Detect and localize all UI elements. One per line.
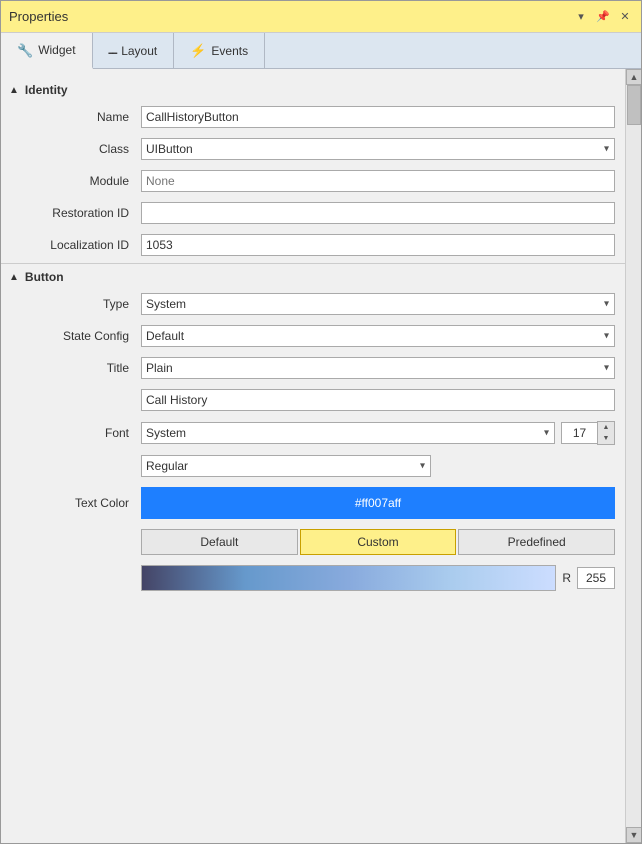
style-select[interactable]: Regular [141, 455, 431, 477]
color-swatch[interactable]: #ff007aff [141, 487, 615, 519]
font-select[interactable]: System [141, 422, 555, 444]
font-select-wrapper: System [141, 422, 555, 444]
localization-id-row: Localization ID [1, 229, 625, 261]
wrench-icon [17, 42, 33, 59]
gradient-bar[interactable] [141, 565, 556, 591]
title-text-control [141, 389, 615, 411]
title-label: Title [11, 361, 141, 375]
tab-layout[interactable]: Layout [93, 33, 175, 68]
events-icon [190, 42, 206, 59]
restoration-id-label: Restoration ID [11, 206, 141, 220]
identity-collapse-icon: ▲ [9, 85, 19, 96]
default-color-button[interactable]: Default [141, 529, 298, 555]
properties-title: Properties [9, 9, 68, 24]
custom-color-button[interactable]: Custom [300, 529, 457, 555]
class-label: Class [11, 142, 141, 156]
tab-events-label: Events [211, 44, 248, 58]
main-content: ▲ Identity Name Class UIButton [1, 69, 625, 843]
module-input[interactable] [141, 170, 615, 192]
font-size-group: ▲ ▼ [561, 421, 615, 445]
font-size-stepper: ▲ ▼ [597, 421, 615, 445]
content-area: ▲ Identity Name Class UIButton [1, 69, 641, 843]
module-row: Module [1, 165, 625, 197]
class-row: Class UIButton [1, 133, 625, 165]
font-size-up-button[interactable]: ▲ [598, 422, 614, 433]
class-select[interactable]: UIButton [141, 138, 615, 160]
tab-widget[interactable]: Widget [1, 33, 93, 69]
properties-window: Properties ▾ 📌 ✕ Widget Layout Events ▲ … [0, 0, 642, 844]
color-buttons-row: Default Custom Predefined [1, 524, 625, 560]
color-buttons-group: Default Custom Predefined [141, 529, 615, 555]
module-control [141, 170, 615, 192]
module-label: Module [11, 174, 141, 188]
font-controls: System ▲ ▼ [141, 421, 615, 445]
type-label: Type [11, 297, 141, 311]
layout-icon [109, 43, 117, 59]
scroll-up-button[interactable]: ▲ [626, 69, 641, 85]
title-bar-controls: ▾ 📌 ✕ [573, 9, 633, 25]
gradient-controls: R [141, 565, 615, 591]
state-config-row: State Config Default [1, 320, 625, 352]
scroll-track[interactable] [626, 85, 641, 827]
color-hex-value: #ff007aff [355, 496, 401, 510]
class-control: UIButton [141, 138, 615, 160]
localization-id-input[interactable] [141, 234, 615, 256]
type-select[interactable]: System [141, 293, 615, 315]
close-button[interactable]: ✕ [617, 9, 633, 25]
title-text-row [1, 384, 625, 416]
predefined-color-button[interactable]: Predefined [458, 529, 615, 555]
localization-id-control [141, 234, 615, 256]
scroll-down-button[interactable]: ▼ [626, 827, 641, 843]
button-section-label: Button [25, 270, 64, 284]
scrollbar[interactable]: ▲ ▼ [625, 69, 641, 843]
button-section-header[interactable]: ▲ Button [1, 266, 625, 288]
name-label: Name [11, 110, 141, 124]
tab-widget-label: Widget [38, 43, 75, 57]
r-value-input[interactable] [577, 567, 615, 589]
title-control: Plain [141, 357, 615, 379]
font-size-input[interactable] [561, 422, 597, 444]
pin-button[interactable]: 📌 [595, 9, 611, 25]
style-control: Regular [141, 455, 431, 477]
state-config-label: State Config [11, 329, 141, 343]
text-color-label: Text Color [11, 496, 141, 510]
name-row: Name [1, 101, 625, 133]
font-row: Font System ▲ ▼ [1, 416, 625, 450]
restoration-id-row: Restoration ID [1, 197, 625, 229]
font-label: Font [11, 426, 141, 440]
name-control [141, 106, 615, 128]
state-config-control: Default [141, 325, 615, 347]
identity-section-header[interactable]: ▲ Identity [1, 79, 625, 101]
state-config-select[interactable]: Default [141, 325, 615, 347]
style-row: Regular [1, 450, 625, 482]
font-size-down-button[interactable]: ▼ [598, 433, 614, 444]
restoration-id-input[interactable] [141, 202, 615, 224]
title-row: Title Plain [1, 352, 625, 384]
scroll-thumb[interactable] [627, 85, 641, 125]
name-input[interactable] [141, 106, 615, 128]
button-collapse-icon: ▲ [9, 272, 19, 283]
text-color-row: Text Color #ff007aff [1, 482, 625, 524]
tab-events[interactable]: Events [174, 33, 265, 68]
dropdown-button[interactable]: ▾ [573, 9, 589, 25]
tab-bar: Widget Layout Events [1, 33, 641, 69]
title-bar-left: Properties [9, 9, 68, 24]
type-control: System [141, 293, 615, 315]
title-bar: Properties ▾ 📌 ✕ [1, 1, 641, 33]
type-row: Type System [1, 288, 625, 320]
tab-layout-label: Layout [121, 44, 157, 58]
title-select[interactable]: Plain [141, 357, 615, 379]
gradient-row: R [1, 560, 625, 596]
localization-id-label: Localization ID [11, 238, 141, 252]
identity-section-label: Identity [25, 83, 68, 97]
divider-1 [1, 263, 625, 264]
restoration-id-control [141, 202, 615, 224]
r-label: R [562, 571, 571, 585]
title-text-input[interactable] [141, 389, 615, 411]
